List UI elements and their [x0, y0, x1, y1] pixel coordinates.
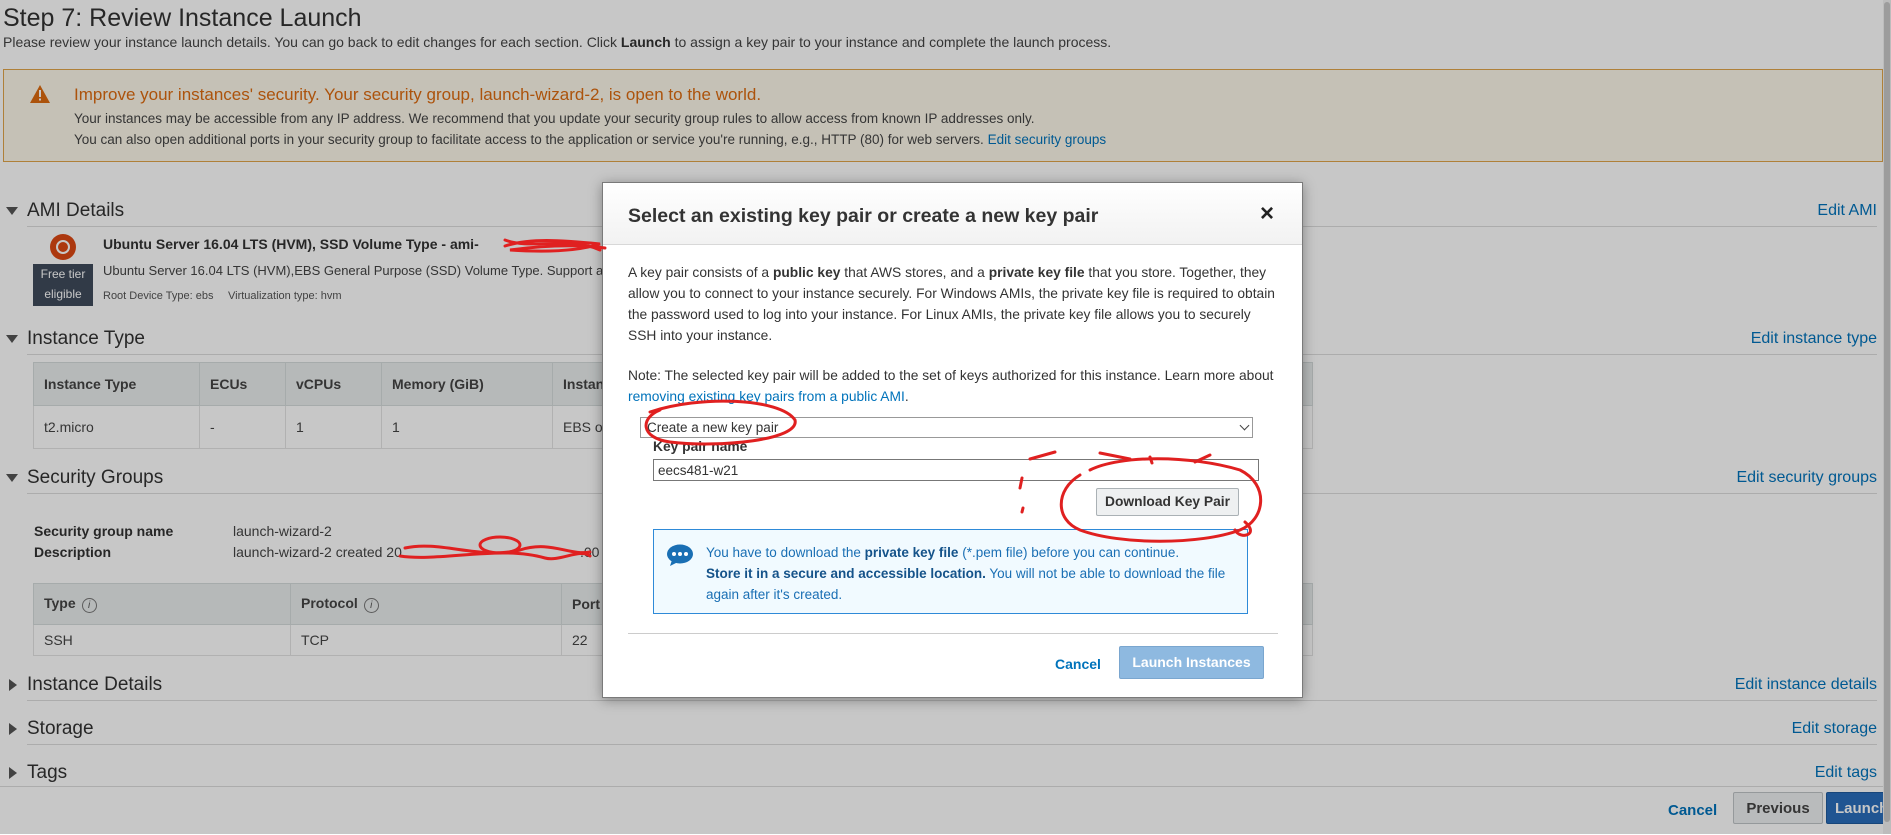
key-pair-dialog: Select an existing key pair or create a …	[602, 182, 1303, 698]
download-info-box: You have to download the private key fil…	[653, 529, 1248, 614]
removing-key-pairs-link[interactable]: removing existing key pairs from a publi…	[628, 389, 905, 404]
download-key-pair-button[interactable]: Download Key Pair	[1096, 488, 1239, 516]
select-value: Create a new key pair	[647, 420, 779, 435]
text: .	[904, 389, 909, 404]
text: You have to download the	[706, 545, 865, 560]
close-icon[interactable]: ×	[1256, 202, 1278, 226]
bold-text: Store it in a secure and accessible loca…	[706, 566, 986, 581]
key-pair-note: Note: The selected key pair will be adde…	[628, 365, 1278, 407]
divider	[628, 633, 1278, 634]
text: that AWS stores, and a	[840, 265, 989, 280]
key-pair-name-label: Key pair name	[653, 439, 748, 454]
chat-bubble-icon	[667, 544, 693, 566]
text: Note: The selected key pair will be adde…	[628, 368, 1274, 383]
bold-text: private key file	[988, 265, 1085, 280]
download-info-text: You have to download the private key fil…	[706, 542, 1241, 605]
chevron-down-icon	[1239, 420, 1250, 431]
launch-instances-button[interactable]: Launch Instances	[1119, 646, 1264, 679]
dialog-cancel-button[interactable]: Cancel	[1055, 656, 1101, 672]
text: A key pair consists of a	[628, 265, 773, 280]
key-pair-name-input[interactable]	[653, 459, 1259, 481]
dialog-title: Select an existing key pair or create a …	[628, 205, 1099, 227]
text: (*.pem file) before you can continue.	[958, 545, 1180, 560]
key-pair-explanation: A key pair consists of a public key that…	[628, 262, 1278, 346]
bold-text: public key	[772, 265, 841, 280]
dialog-header: Select an existing key pair or create a …	[603, 183, 1302, 245]
key-pair-option-select[interactable]: Create a new key pair	[640, 417, 1253, 438]
bold-text: private key file	[864, 545, 959, 560]
